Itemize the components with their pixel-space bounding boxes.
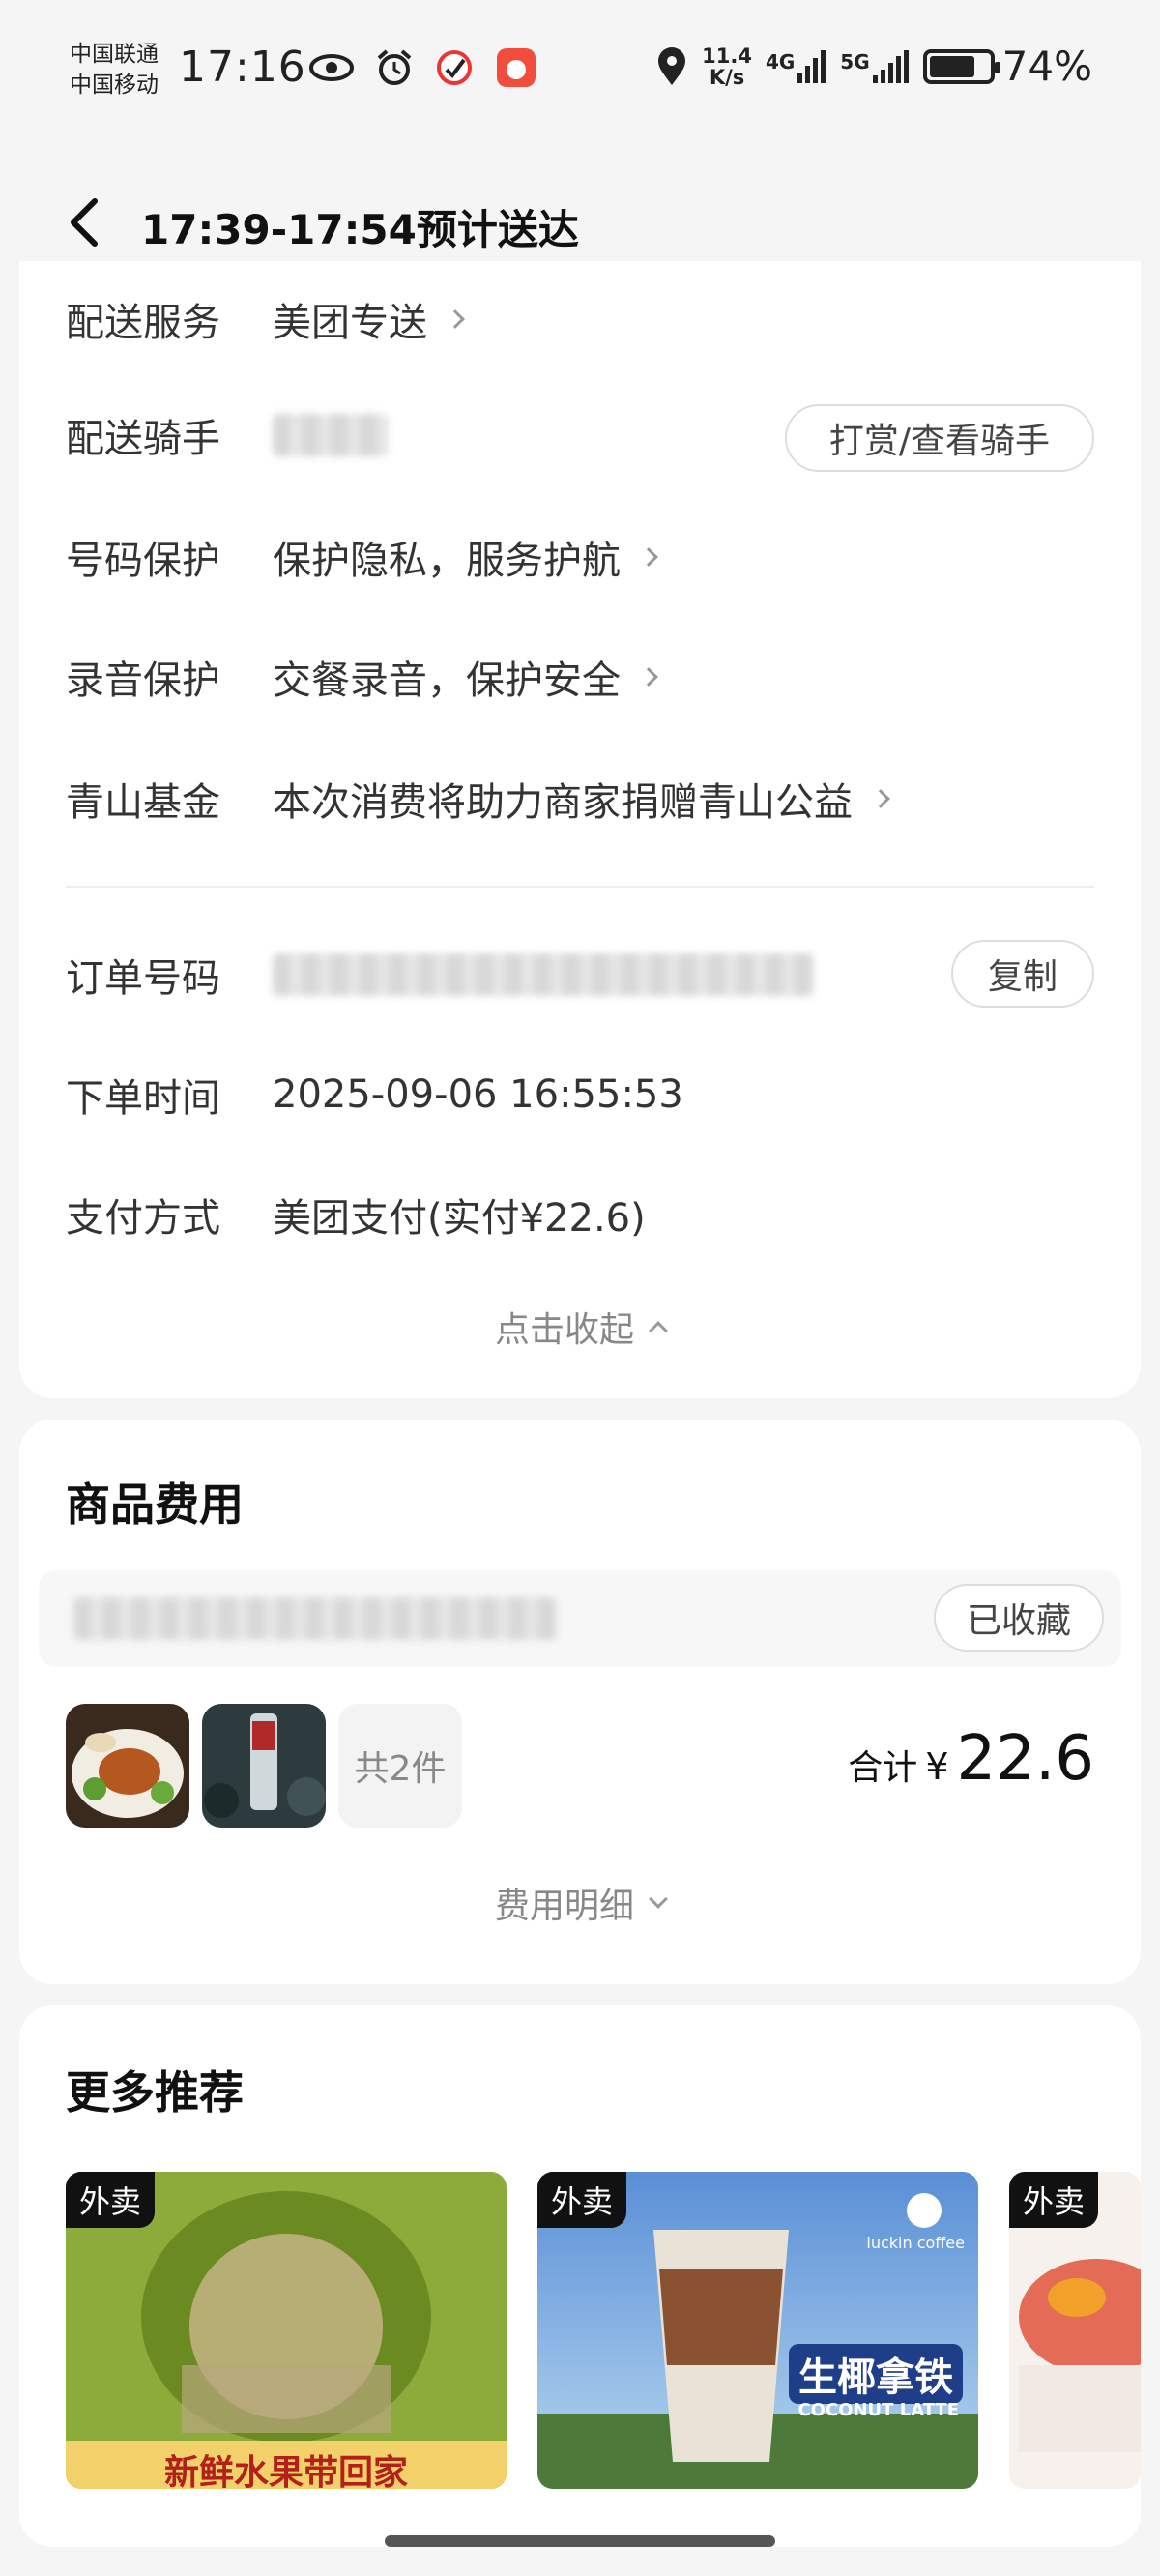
rider-label: 配送骑手 (66, 417, 220, 461)
order-total: 合计 ¥ 22.6 (848, 1723, 1094, 1795)
fund-row[interactable]: 青山基金 本次消费将助力商家捐赠青山公益 (66, 770, 1094, 828)
delivery-service-row[interactable]: 配送服务 美团专送 (66, 290, 1094, 348)
signal-5g: 5G (840, 49, 909, 83)
goods-title: 商品费用 (66, 1478, 244, 1531)
battery-icon (922, 48, 1000, 84)
total-amount: 22.6 (956, 1723, 1095, 1795)
product-thumbnail-1[interactable] (66, 1704, 189, 1828)
food-image (66, 1704, 189, 1828)
net-speed-value: 11.4 (702, 44, 752, 68)
order-number-row: 订单号码 (66, 946, 1094, 1004)
recommend-title: 更多推荐 (66, 2066, 244, 2119)
payment-row: 支付方式 美团支付(实付¥22.6) (66, 1186, 1094, 1244)
store-row[interactable]: 已收藏 (39, 1570, 1121, 1667)
record-protect-label: 录音保护 (66, 659, 220, 703)
recommend-item-2[interactable]: 外卖 luckin coffee 生椰拿铁 COCONUT LATTE (537, 2172, 978, 2489)
signal-4g: 4G (765, 49, 826, 83)
delivery-service-label: 配送服务 (66, 301, 220, 345)
item-count[interactable]: 共2件 (338, 1704, 462, 1828)
status-bar: 中国联通 中国移动 17:16 11.4 K/s 4G 5G 74% (0, 0, 1160, 145)
page-title: 17:39-17:54预计送达 (141, 206, 579, 253)
chevron-right-icon (639, 547, 658, 567)
chevron-down-icon (649, 1889, 668, 1909)
copy-button[interactable]: 复制 (951, 940, 1094, 1008)
carrier-info: 中国联通 中国移动 (70, 39, 159, 101)
signal-bars-icon (798, 49, 826, 83)
fund-value: 本次消费将助力商家捐赠青山公益 (273, 780, 853, 825)
divider (66, 886, 1094, 888)
carrier-2: 中国移动 (70, 73, 159, 98)
notification-icons (309, 46, 537, 89)
order-time-row: 下单时间 2025-09-06 16:55:53 (66, 1066, 1094, 1124)
store-name-redacted (73, 1597, 557, 1640)
recommend-sub-2: COCONUT LATTE (798, 2400, 959, 2420)
payment-label: 支付方式 (66, 1196, 220, 1241)
collapse-button[interactable]: 点击收起 (19, 1302, 1141, 1352)
product-thumbnail-2[interactable] (202, 1704, 326, 1828)
payment-value: 美团支付(实付¥22.6) (273, 1196, 646, 1241)
fee-detail-button[interactable]: 费用明细 (19, 1878, 1141, 1928)
eye-icon (309, 54, 354, 81)
chevron-up-icon (649, 1321, 668, 1340)
rider-name-redacted (273, 414, 389, 456)
alarm-icon (377, 49, 412, 85)
takeout-tag: 外卖 (537, 2172, 627, 2228)
status-time: 17:16 (179, 43, 306, 92)
location-icon (658, 46, 686, 85)
chevron-right-icon (639, 667, 658, 687)
drink-image (202, 1704, 326, 1828)
number-protect-row[interactable]: 号码保护 保护隐私，服务护航 (66, 528, 1094, 586)
collected-button[interactable]: 已收藏 (934, 1584, 1104, 1652)
collapse-label: 点击收起 (494, 1310, 634, 1350)
back-arrow-icon[interactable] (64, 195, 106, 249)
net-speed-unit: K/s (709, 65, 745, 89)
recommend-brand-2: luckin coffee (866, 2234, 965, 2252)
battery-indicator: 74% (922, 43, 1092, 90)
order-number-redacted (273, 953, 814, 996)
goods-card: 商品费用 已收藏 共2件 合计 ¥ 22.6 费用明细 (19, 1420, 1141, 1984)
app-notification-icon (437, 50, 472, 85)
number-protect-value: 保护隐私，服务护航 (273, 539, 621, 583)
currency-symbol: ¥ (925, 1745, 949, 1788)
delivery-service-value: 美团专送 (273, 301, 427, 345)
carrier-1: 中国联通 (70, 42, 159, 67)
recommend-item-3[interactable]: 外卖 (1009, 2172, 1141, 2489)
network-speed: 11.4 K/s (702, 45, 752, 88)
recommend-product-2: 生椰拿铁 (789, 2344, 963, 2404)
battery-percent: 74% (1001, 43, 1092, 90)
fund-label: 青山基金 (66, 780, 220, 825)
chevron-right-icon (871, 789, 890, 808)
order-detail-card: 配送服务 美团专送 配送骑手 打赏/查看骑手 号码保护 保护隐私，服务护航 录音… (19, 261, 1141, 1398)
signal-bars-icon (872, 49, 909, 83)
order-time-value: 2025-09-06 16:55:53 (273, 1072, 683, 1117)
chevron-right-icon (446, 309, 465, 329)
recommend-card: 更多推荐 外卖 新鲜水果带回家 外卖 luckin coffee 生椰拿铁 CO… (19, 2005, 1141, 2547)
fee-detail-label: 费用明细 (494, 1887, 634, 1926)
network-type-1: 4G (765, 49, 796, 73)
record-protect-value: 交餐录音，保护安全 (273, 659, 621, 703)
takeout-tag: 外卖 (66, 2172, 156, 2228)
order-number-label: 订单号码 (66, 956, 220, 1001)
number-protect-label: 号码保护 (66, 539, 220, 583)
network-type-2: 5G (840, 49, 870, 73)
total-label: 合计 (848, 1748, 918, 1788)
recommend-caption-1: 新鲜水果带回家 (163, 2453, 408, 2489)
takeout-tag: 外卖 (1009, 2172, 1099, 2228)
system-icons: 11.4 K/s 4G 5G 74% (655, 43, 1092, 90)
order-time-label: 下单时间 (66, 1076, 220, 1121)
app-notification-icon-2 (497, 48, 536, 87)
tip-rider-button[interactable]: 打赏/查看骑手 (785, 404, 1094, 472)
record-protect-row[interactable]: 录音保护 交餐录音，保护安全 (66, 648, 1094, 706)
recommend-item-1[interactable]: 外卖 新鲜水果带回家 (66, 2172, 507, 2489)
home-indicator[interactable] (385, 2535, 775, 2547)
